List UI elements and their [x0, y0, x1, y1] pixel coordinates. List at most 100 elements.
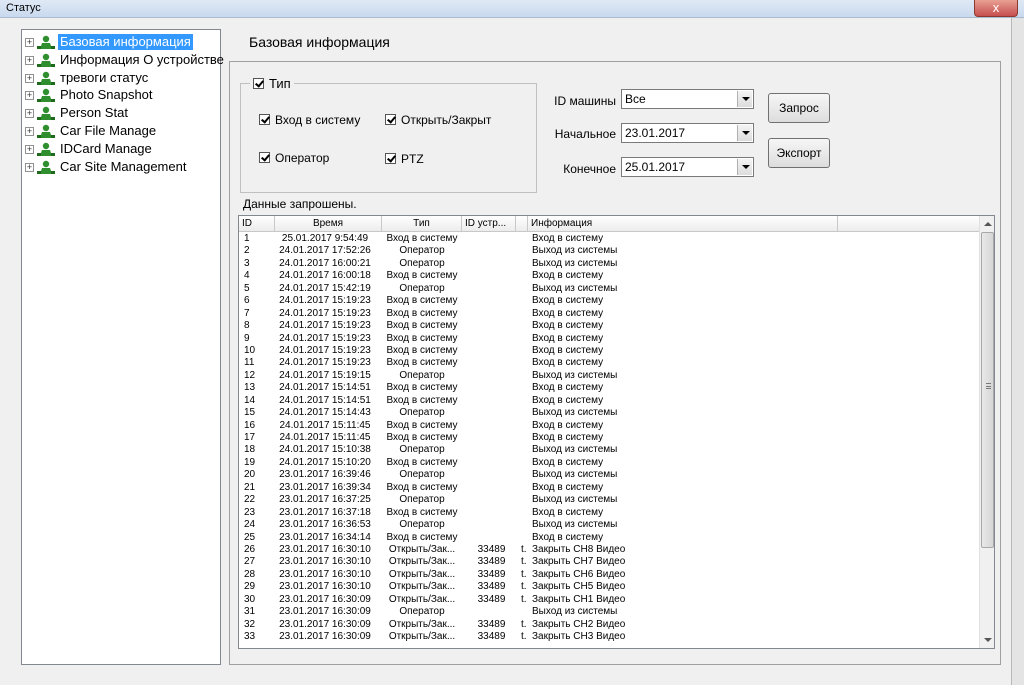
- table-row[interactable]: 7 24.01.2017 15:19:23 Вход в систему Вход в…: [239, 308, 980, 320]
- table-row[interactable]: 6 24.01.2017 15:19:23 Вход в систему Вход в…: [239, 295, 980, 307]
- expand-icon[interactable]: +: [25, 127, 34, 136]
- table-row[interactable]: 33 23.01.2017 16:30:09 Открыть/Зак... 33489…: [239, 631, 980, 643]
- close-button[interactable]: x: [974, 0, 1018, 17]
- end-date-picker[interactable]: 25.01.2017: [621, 157, 754, 177]
- openclose-checkbox[interactable]: Открыть/Закрыт: [385, 113, 491, 127]
- table-row[interactable]: 1 25.01.2017 9:54:49 Вход в систему Вход в …: [239, 233, 980, 245]
- login-checkbox[interactable]: Вход в систему: [259, 113, 360, 127]
- scroll-up-icon[interactable]: [980, 216, 994, 231]
- cell-device-id: 33489: [477, 581, 506, 593]
- cell-id: 2: [244, 245, 250, 257]
- table-row[interactable]: 13 24.01.2017 15:14:51 Вход в систему Вход …: [239, 382, 980, 394]
- cell-info: Выход из системы: [532, 407, 618, 419]
- chevron-down-icon[interactable]: [737, 159, 752, 175]
- expand-icon[interactable]: +: [25, 91, 34, 101]
- cell-type: Открыть/Зак...: [388, 568, 456, 580]
- table-row[interactable]: 11 24.01.2017 15:19:23 Вход в систему Вход …: [239, 357, 980, 369]
- table-row[interactable]: 17 24.01.2017 15:11:45 Вход в систему Вход …: [239, 432, 980, 444]
- table-row[interactable]: 20 23.01.2017 16:39:46 Оператор Выход из си…: [239, 469, 980, 481]
- scroll-thumb[interactable]: [981, 232, 994, 548]
- table-row[interactable]: 3 24.01.2017 16:00:21 Оператор Выход из сис…: [239, 258, 980, 270]
- expand-icon[interactable]: +: [25, 144, 34, 154]
- window-title: Статус: [6, 2, 41, 14]
- cell-type: Вход в систему: [386, 320, 458, 332]
- cell-id: 25: [244, 531, 256, 543]
- cell-id: 18: [244, 444, 256, 456]
- table-row[interactable]: 21 23.01.2017 16:39:34 Вход в систему Вход …: [239, 482, 980, 494]
- query-button[interactable]: Запрос: [768, 93, 830, 123]
- table-row[interactable]: 30 23.01.2017 16:30:09 Открыть/Зак... 33489…: [239, 594, 980, 606]
- type-all-checkbox[interactable]: [253, 78, 264, 89]
- header-time[interactable]: Время: [275, 216, 382, 232]
- chevron-down-icon[interactable]: [737, 91, 752, 107]
- export-button[interactable]: Экспорт: [768, 138, 830, 168]
- header-info[interactable]: Информация: [528, 216, 838, 232]
- table-row[interactable]: 23 23.01.2017 16:37:18 Вход в систему Вход …: [239, 507, 980, 519]
- start-date-picker[interactable]: 23.01.2017: [621, 123, 754, 143]
- cell-time: 23.01.2017 16:30:09: [279, 618, 371, 630]
- table-row[interactable]: 16 24.01.2017 15:11:45 Вход в систему Вход …: [239, 420, 980, 432]
- cell-time: 23.01.2017 16:30:09: [279, 631, 371, 642]
- table-row[interactable]: 29 23.01.2017 16:30:10 Открыть/Зак... 33489…: [239, 581, 980, 593]
- table-row[interactable]: 4 24.01.2017 16:00:18 Вход в систему Вход в…: [239, 270, 980, 282]
- table-row[interactable]: 5 24.01.2017 15:42:19 Оператор Выход из сис…: [239, 283, 980, 295]
- type-group-legend[interactable]: Тип: [250, 76, 294, 91]
- header-device-id[interactable]: ID устр...: [462, 216, 516, 232]
- openclose-checkbox-box[interactable]: [385, 114, 396, 125]
- cell-type: Вход в систему: [386, 307, 458, 319]
- table-row[interactable]: 19 24.01.2017 15:10:20 Вход в систему Вход …: [239, 457, 980, 469]
- device-node-icon: [37, 160, 55, 175]
- cell-info: Вход в систему: [532, 394, 604, 406]
- operator-checkbox-box[interactable]: [259, 152, 270, 163]
- table-row[interactable]: 12 24.01.2017 15:19:15 Оператор Выход из си…: [239, 370, 980, 382]
- header-type[interactable]: Тип: [382, 216, 462, 232]
- cell-id: 3: [244, 257, 250, 269]
- cell-type: Вход в систему: [386, 456, 458, 468]
- tree-item-label: Car File Manage: [60, 123, 157, 138]
- operator-checkbox[interactable]: Оператор: [259, 151, 329, 165]
- cell-info: Выход из системы: [532, 245, 618, 257]
- cell-time: 24.01.2017 15:14:43: [279, 407, 371, 419]
- expand-icon[interactable]: +: [25, 55, 34, 65]
- login-checkbox-box[interactable]: [259, 114, 270, 125]
- table-row[interactable]: 24 23.01.2017 16:36:53 Оператор Выход из си…: [239, 519, 980, 531]
- cell-time: 23.01.2017 16:37:25: [279, 494, 371, 506]
- ptz-checkbox[interactable]: PTZ: [385, 152, 424, 166]
- header-extra[interactable]: [516, 216, 528, 232]
- table-row[interactable]: 10 24.01.2017 15:19:23 Вход в систему Вход …: [239, 345, 980, 357]
- cell-type: Открыть/Зак...: [388, 543, 456, 555]
- table-row[interactable]: 28 23.01.2017 16:30:10 Открыть/Зак... 33489…: [239, 569, 980, 581]
- table-body: 1 25.01.2017 9:54:49 Вход в систему Вход в …: [239, 233, 980, 643]
- expand-icon[interactable]: +: [25, 109, 34, 119]
- cell-type: Открыть/Зак...: [388, 631, 456, 642]
- scroll-down-icon[interactable]: [980, 633, 994, 648]
- table-row[interactable]: 15 24.01.2017 15:14:43 Оператор Выход из си…: [239, 407, 980, 419]
- device-node-icon: [37, 35, 55, 50]
- table-row[interactable]: 25 23.01.2017 16:34:14 Вход в систему Вход …: [239, 532, 980, 544]
- expand-icon[interactable]: +: [25, 38, 34, 47]
- cell-time: 24.01.2017 15:19:23: [279, 320, 371, 332]
- table-row[interactable]: 8 24.01.2017 15:19:23 Вход в систему Вход в…: [239, 320, 980, 332]
- expand-icon[interactable]: +: [25, 73, 34, 83]
- chevron-down-icon[interactable]: [737, 125, 752, 141]
- cell-time: 23.01.2017 16:36:53: [279, 519, 371, 531]
- table-row[interactable]: 18 24.01.2017 15:10:38 Оператор Выход из си…: [239, 444, 980, 456]
- cell-id: 7: [244, 307, 250, 319]
- ptz-checkbox-box[interactable]: [385, 153, 396, 164]
- table-row[interactable]: 2 24.01.2017 17:52:26 Оператор Выход из сис…: [239, 245, 980, 257]
- header-id[interactable]: ID: [239, 216, 275, 232]
- cell-time: 24.01.2017 15:42:19: [279, 282, 371, 294]
- expand-icon[interactable]: +: [25, 162, 34, 172]
- table-row[interactable]: 9 24.01.2017 15:19:23 Вход в систему Вход в…: [239, 333, 980, 345]
- cell-info: Закрыть CH8 Видео: [532, 543, 626, 555]
- table-row[interactable]: 22 23.01.2017 16:37:25 Оператор Выход из си…: [239, 494, 980, 506]
- vertical-scrollbar[interactable]: [979, 216, 994, 648]
- table-row[interactable]: 14 24.01.2017 15:14:51 Вход в систему Вход …: [239, 395, 980, 407]
- machine-id-select[interactable]: Все: [621, 89, 754, 109]
- table-row[interactable]: 27 23.01.2017 16:30:10 Открыть/Зак... 33489…: [239, 556, 980, 568]
- table-row[interactable]: 26 23.01.2017 16:30:10 Открыть/Зак... 33489…: [239, 544, 980, 556]
- cell-info: Вход в систему: [532, 332, 604, 344]
- ptz-checkbox-label: PTZ: [401, 152, 424, 166]
- table-row[interactable]: 32 23.01.2017 16:30:09 Открыть/Зак... 33489…: [239, 619, 980, 631]
- table-row[interactable]: 31 23.01.2017 16:30:09 Оператор Выход из си…: [239, 606, 980, 618]
